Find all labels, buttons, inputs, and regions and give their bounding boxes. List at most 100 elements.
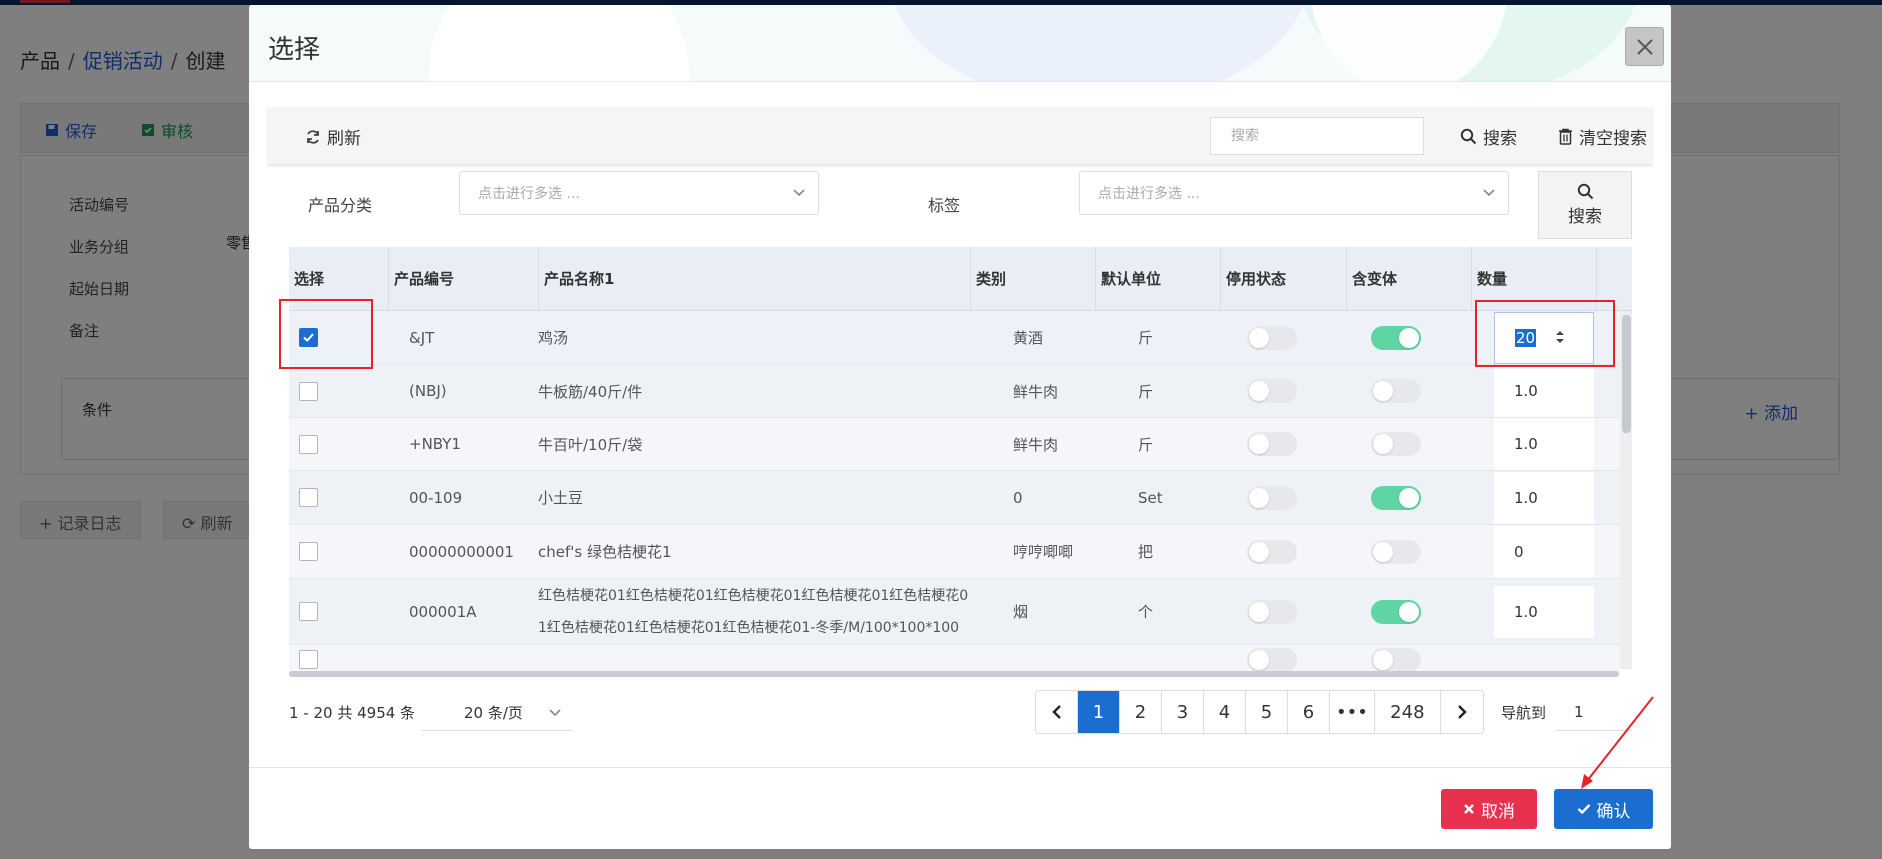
header-decoration [889,5,1309,81]
page-button-3[interactable]: 3 [1162,691,1204,733]
column-header-code[interactable]: 产品编号 [389,247,539,311]
product-category: 黄酒 [1013,329,1044,347]
product-unit: 个 [1138,603,1154,621]
product-name: 小土豆 [538,489,584,507]
column-header-category[interactable]: 类别 [971,247,1096,311]
select-product-dialog: 选择 刷新 搜索 清空搜索 产品分类 点击进行多选 ... 标签 点击进行多选 … [249,5,1671,849]
disabled-toggle[interactable] [1247,325,1297,350]
page-size-select[interactable]: 20 条/页 [422,693,572,731]
variant-toggle[interactable] [1371,539,1421,564]
product-category: 鲜牛肉 [1013,382,1059,401]
disabled-toggle[interactable] [1247,599,1297,624]
row-checkbox[interactable] [299,542,318,561]
page-button-6[interactable]: 6 [1288,691,1330,733]
page-button-5[interactable]: 5 [1246,691,1288,733]
table-row[interactable]: +NBY1 牛百叶/10斤/袋 鲜牛肉 斤 1.0 [289,418,1620,471]
product-unit: Set [1138,488,1163,507]
page-ellipsis-button[interactable]: ••• [1330,691,1375,733]
row-checkbox[interactable] [299,602,318,621]
product-code: +NBY1 [409,435,461,453]
product-unit: 斤 [1138,329,1154,347]
row-checkbox[interactable] [299,650,318,669]
check-icon [1577,804,1590,815]
disabled-toggle[interactable] [1247,432,1297,456]
table-row[interactable]: 00-109 小土豆 0 Set 1.0 [289,471,1620,525]
pagination-info: 1 - 20 共 4954 条 [289,704,416,722]
prev-page-button[interactable] [1036,691,1078,733]
product-table: 选择 产品编号 产品名称1 类别 默认单位 停用状态 含变体 数量 &JT 鸡汤… [289,247,1632,677]
table-row[interactable]: (NBJ) 牛板筋/40斤/件 鲜牛肉 斤 1.0 [289,365,1620,418]
disabled-toggle[interactable] [1247,485,1297,510]
vertical-scrollbar[interactable] [1622,315,1631,433]
row-checkbox[interactable] [299,488,318,507]
goto-label: 导航到 [1501,704,1547,722]
search-icon [1577,183,1593,200]
row-checkbox[interactable] [299,434,318,454]
table-row[interactable]: &JT 鸡汤 黄酒 斤 20 [289,311,1620,365]
column-header-disabled[interactable]: 停用状态 [1221,247,1347,311]
variant-toggle[interactable] [1371,325,1421,350]
column-header-name[interactable]: 产品名称1 [539,247,971,311]
disabled-toggle[interactable] [1247,647,1297,672]
table-header: 选择 产品编号 产品名称1 类别 默认单位 停用状态 含变体 数量 [289,247,1632,311]
product-name: 红色桔梗花01红色桔梗花01红色桔梗花01红色桔梗花01红色桔梗花0 1红色桔梗… [538,587,969,636]
trash-icon [1559,128,1572,145]
product-code: (NBJ) [409,382,447,400]
quantity-input[interactable]: 1.0 [1494,365,1594,417]
disabled-toggle[interactable] [1247,379,1297,403]
row-checkbox[interactable] [299,381,318,401]
filter-search-button[interactable]: 搜索 [1538,171,1632,239]
dialog-header: 选择 [249,5,1671,82]
product-code: 000001A [409,602,477,621]
disabled-toggle[interactable] [1247,539,1297,564]
variant-toggle[interactable] [1371,485,1421,510]
page-button-2[interactable]: 2 [1120,691,1162,733]
search-button[interactable]: 搜索 [1460,124,1517,149]
variant-toggle[interactable] [1371,647,1421,672]
product-code: &JT [409,328,435,347]
dialog-footer: 取消 确认 [249,767,1671,849]
chevron-right-icon [1458,705,1467,719]
variant-toggle[interactable] [1371,599,1421,624]
column-header-variant[interactable]: 含变体 [1347,247,1472,311]
quantity-input[interactable]: 0 [1494,525,1594,578]
product-name: 鸡汤 [538,329,569,347]
product-unit: 斤 [1138,435,1154,454]
cancel-button[interactable]: 取消 [1441,789,1537,829]
product-name: chef's 绿色桔梗花1 [538,543,672,561]
page-button-1[interactable]: 1 [1078,691,1120,733]
variant-toggle[interactable] [1371,379,1421,403]
table-row[interactable]: 00000000001 chef's 绿色桔梗花1 哼哼唧唧 把 0 [289,525,1620,579]
product-code: 00-109 [409,488,463,507]
product-category: 0 [1013,488,1023,507]
product-code: 00000000001 [409,542,514,561]
clear-search-button[interactable]: 清空搜索 [1558,124,1647,149]
tag-select[interactable]: 点击进行多选 ... [1079,171,1509,215]
page-button-4[interactable]: 4 [1204,691,1246,733]
horizontal-scrollbar[interactable] [289,671,1619,677]
refresh-button[interactable]: 刷新 [305,124,361,149]
chevron-down-icon [1483,189,1495,197]
search-input[interactable] [1210,117,1424,155]
dialog-title: 选择 [268,35,321,65]
product-name: 牛板筋/40斤/件 [538,382,643,401]
next-page-button[interactable] [1440,691,1483,733]
refresh-icon [307,129,319,144]
chevron-down-icon [793,189,805,197]
category-select[interactable]: 点击进行多选 ... [459,171,819,215]
pagination: 1 2 3 4 5 6 ••• 248 [1035,690,1484,734]
confirm-button[interactable]: 确认 [1554,789,1653,829]
table-row[interactable]: 000001A 红色桔梗花01红色桔梗花01红色桔梗花01红色桔梗花01红色桔梗… [289,579,1620,645]
column-header-unit[interactable]: 默认单位 [1096,247,1221,311]
highlight-quantity-annotation [1475,300,1615,367]
close-button[interactable] [1625,27,1664,66]
product-unit: 把 [1138,543,1154,561]
quantity-input[interactable]: 1.0 [1494,471,1594,524]
quantity-input[interactable]: 1.0 [1494,585,1594,638]
close-icon [1636,38,1653,55]
product-category: 哼哼唧唧 [1013,543,1074,561]
quantity-input[interactable]: 1.0 [1494,418,1594,470]
variant-toggle[interactable] [1371,432,1421,456]
goto-page-input[interactable] [1556,693,1632,731]
page-button-last[interactable]: 248 [1374,691,1441,733]
